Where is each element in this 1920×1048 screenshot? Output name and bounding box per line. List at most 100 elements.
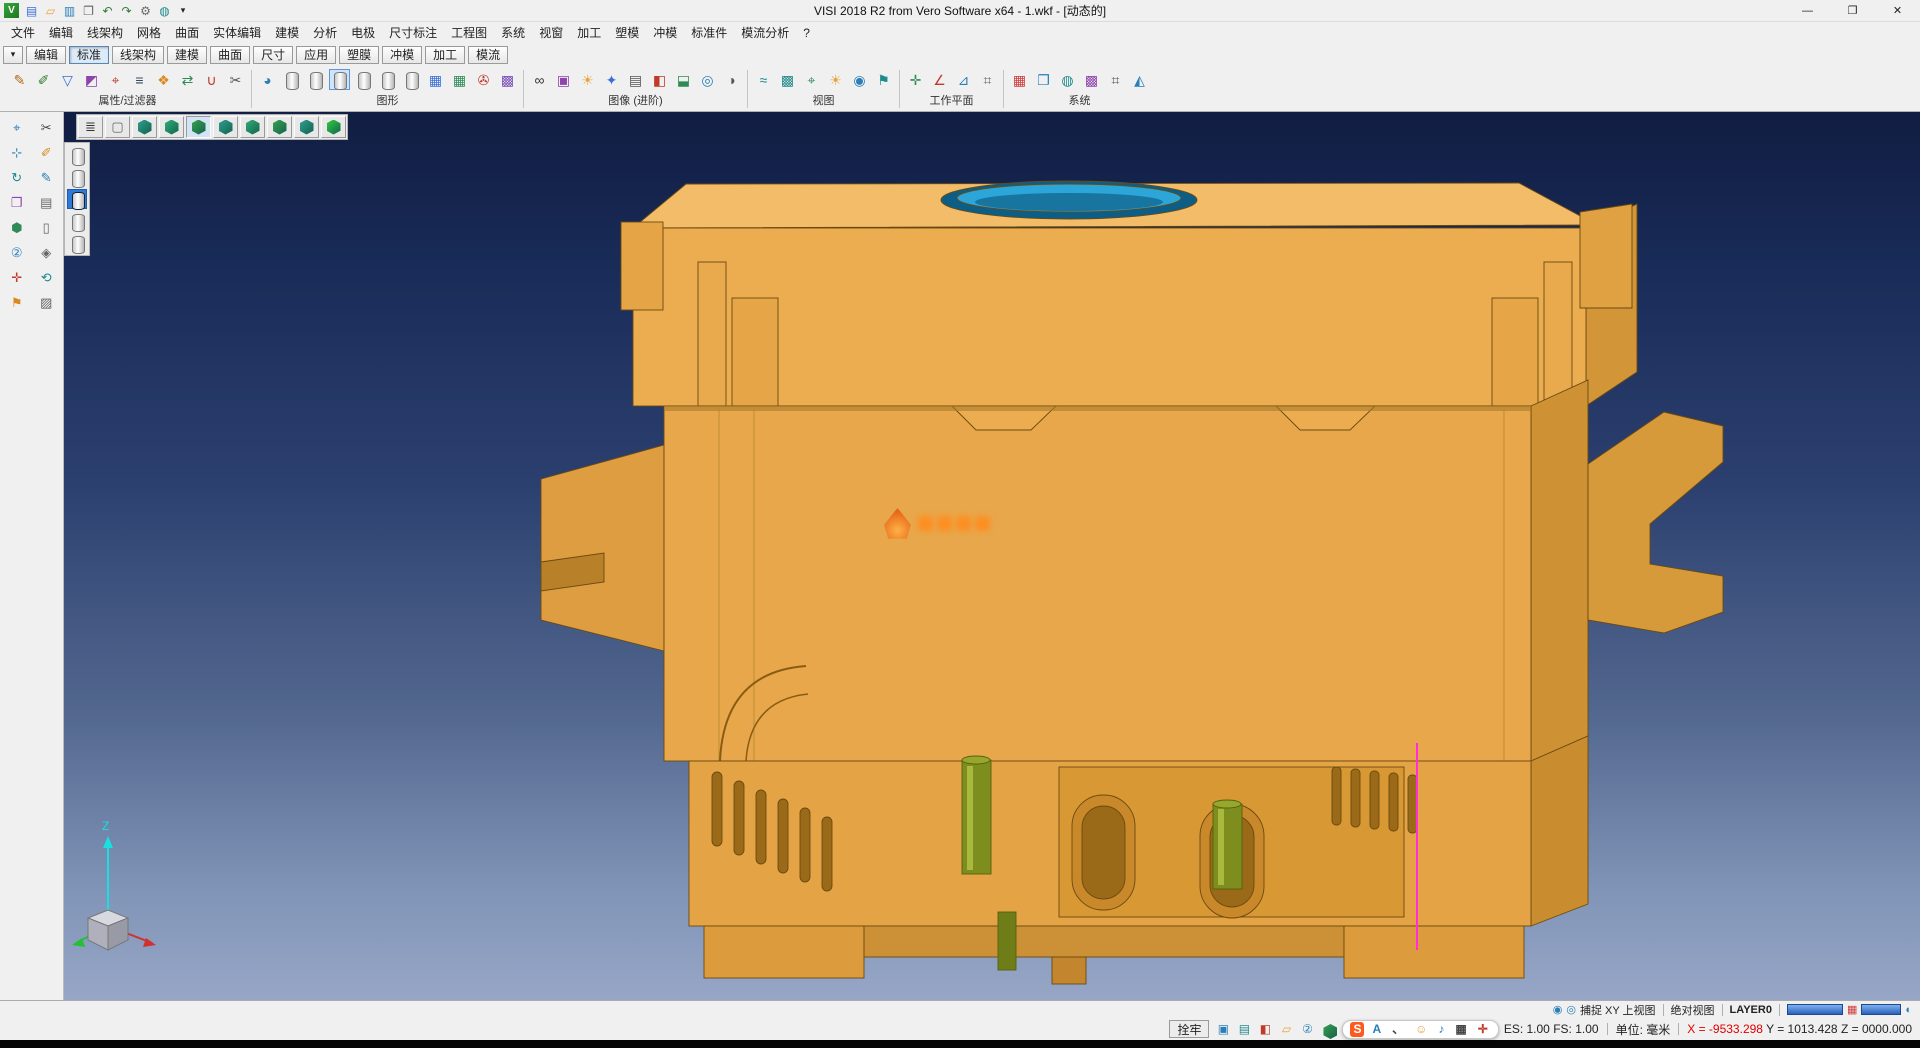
lock-toggle[interactable]: 拴牢 xyxy=(1169,1020,1209,1038)
menu-item[interactable]: ? xyxy=(796,24,817,42)
sparkle-icon[interactable]: ✦ xyxy=(601,69,622,90)
print-icon[interactable]: ❐ xyxy=(80,2,97,19)
texture-icon[interactable]: ▩ xyxy=(497,69,518,90)
iso-view-5-icon[interactable] xyxy=(240,116,265,138)
menu-item[interactable]: 冲模 xyxy=(646,22,684,43)
pin-icon[interactable]: ▣ xyxy=(1214,1020,1232,1038)
menu-item[interactable]: 标准件 xyxy=(684,22,734,43)
cylinder-icon[interactable]: ▯ xyxy=(36,217,56,237)
ime-toolbox-icon[interactable]: ✛ xyxy=(1475,1022,1491,1037)
display-mode-1-icon[interactable] xyxy=(67,145,87,165)
snap-mode-label[interactable]: 捕捉 XY 上视图 xyxy=(1580,1002,1656,1018)
diamond-icon[interactable]: ◈ xyxy=(36,242,56,262)
dynamic-view-icon[interactable]: ≈ xyxy=(753,69,774,90)
section-cylinder-icon[interactable] xyxy=(401,69,422,90)
layers-icon[interactable]: ≡ xyxy=(129,69,150,90)
workplane-axes-icon[interactable]: ✛ xyxy=(905,69,926,90)
menu-item[interactable]: 线架构 xyxy=(80,22,130,43)
iso-view-7-icon[interactable] xyxy=(294,116,319,138)
target-icon[interactable]: ◎ xyxy=(697,69,718,90)
snap-dot-icon[interactable]: ◉ xyxy=(1553,1003,1563,1016)
iso-view-2-icon[interactable] xyxy=(159,116,184,138)
viewport-3d[interactable]: ≣▢ Z xyxy=(64,112,1920,1000)
help-2-icon[interactable]: ② xyxy=(1298,1020,1316,1038)
menu-item[interactable]: 分析 xyxy=(306,22,344,43)
iso-view-6-icon[interactable] xyxy=(267,116,292,138)
redo-icon[interactable]: ↷ xyxy=(118,2,135,19)
trim-icon[interactable]: ✂ xyxy=(225,69,246,90)
tab-machining[interactable]: 加工 xyxy=(425,46,465,64)
sogou-s-icon[interactable]: S xyxy=(1350,1022,1364,1037)
new-file-icon[interactable]: ▤ xyxy=(23,2,40,19)
hatch-icon[interactable]: ▨ xyxy=(36,292,56,312)
menu-item[interactable]: 视窗 xyxy=(532,22,570,43)
model-3d[interactable] xyxy=(64,112,1920,1000)
globe-icon[interactable]: ◍ xyxy=(1057,69,1078,90)
material-red-icon[interactable]: ◧ xyxy=(649,69,670,90)
view-blank-icon[interactable]: ▢ xyxy=(105,116,130,138)
tab-mould[interactable]: 塑膜 xyxy=(339,46,379,64)
stereo-glasses-icon[interactable]: ∞ xyxy=(529,69,550,90)
snap-circle-icon[interactable]: ◎ xyxy=(1566,1003,1576,1016)
qat-caret-icon[interactable]: ▾ xyxy=(173,2,193,20)
display-mode-4-icon[interactable] xyxy=(67,211,87,231)
red-book-icon[interactable]: ◧ xyxy=(1256,1020,1274,1038)
flag-icon[interactable]: ⚑ xyxy=(7,292,27,312)
pencil-orange-icon[interactable]: ✐ xyxy=(36,142,56,162)
snapshot-icon[interactable]: ▣ xyxy=(553,69,574,90)
tab-dimension[interactable]: 尺寸 xyxy=(253,46,293,64)
menu-item[interactable]: 电极 xyxy=(344,22,382,43)
print-image-icon[interactable]: ▤ xyxy=(625,69,646,90)
center-view-icon[interactable]: ⌖ xyxy=(801,69,822,90)
window-system-icon[interactable]: ❐ xyxy=(1033,69,1054,90)
shaded-sphere-icon[interactable]: ◕ xyxy=(257,69,278,90)
wireframe-cylinder-icon[interactable] xyxy=(281,69,302,90)
calculator-icon[interactable]: ▩ xyxy=(1081,69,1102,90)
menu-item[interactable]: 网格 xyxy=(130,22,168,43)
pick-icon[interactable]: ⌖ xyxy=(105,69,126,90)
workplane-angle-icon[interactable]: ∠ xyxy=(929,69,950,90)
layer-label[interactable]: LAYER0 xyxy=(1730,1004,1772,1016)
render-wheel-icon[interactable]: ✇ xyxy=(473,69,494,90)
prism-icon[interactable] xyxy=(1319,1020,1337,1038)
select-icon[interactable]: ⌖ xyxy=(7,117,27,137)
transparent-cylinder-icon[interactable] xyxy=(377,69,398,90)
mini-grid-icon[interactable]: ▦ xyxy=(1847,1003,1857,1016)
copy-icon[interactable]: ❐ xyxy=(7,192,27,212)
grid-blue-icon[interactable]: ▦ xyxy=(425,69,446,90)
ime-punct-icon[interactable]: 、 xyxy=(1389,1022,1407,1037)
undo-icon[interactable]: ↶ xyxy=(99,2,116,19)
save-icon[interactable]: ▥ xyxy=(61,2,78,19)
view-mode-label[interactable]: 绝对视图 xyxy=(1671,1002,1715,1018)
display-mode-3-icon[interactable] xyxy=(67,189,87,209)
minimize-button[interactable]: — xyxy=(1785,0,1830,21)
image-tool-icon[interactable]: ▤ xyxy=(1235,1020,1253,1038)
tab-flow[interactable]: 模流 xyxy=(468,46,508,64)
lamp-icon[interactable]: ☀ xyxy=(825,69,846,90)
ramp-icon[interactable]: ◭ xyxy=(1129,69,1150,90)
iso-view-1-icon[interactable] xyxy=(132,116,157,138)
color-grid-icon[interactable]: ▦ xyxy=(1009,69,1030,90)
ime-lang-icon[interactable]: A xyxy=(1369,1022,1384,1037)
shaded-cylinder-icon[interactable] xyxy=(329,69,350,90)
view-list-icon[interactable]: ≣ xyxy=(78,116,103,138)
zoom-bar-1[interactable] xyxy=(1787,1004,1843,1015)
menu-item[interactable]: 建模 xyxy=(268,22,306,43)
filter-edit-icon[interactable]: ◩ xyxy=(81,69,102,90)
maximize-button[interactable]: ❐ xyxy=(1830,0,1875,21)
tab-application[interactable]: 应用 xyxy=(296,46,336,64)
eye-icon[interactable]: ◉ xyxy=(849,69,870,90)
menu-item[interactable]: 曲面 xyxy=(168,22,206,43)
saved-view-icon[interactable]: ⚑ xyxy=(873,69,894,90)
menu-item[interactable]: 尺寸标注 xyxy=(382,22,444,43)
paint-attributes-icon[interactable]: ✎ xyxy=(9,69,30,90)
rotate-icon[interactable]: ↻ xyxy=(7,167,27,187)
menu-item[interactable]: 工程图 xyxy=(444,22,494,43)
menu-item[interactable]: 系统 xyxy=(494,22,532,43)
iso-view-8-icon[interactable] xyxy=(321,116,346,138)
tab-caret-icon[interactable]: ▾ xyxy=(3,46,23,64)
globe-status-icon[interactable]: ◐ xyxy=(1905,1004,1912,1016)
undo-arc-icon[interactable]: ⟲ xyxy=(36,267,56,287)
menu-item[interactable]: 文件 xyxy=(4,22,42,43)
sheet-icon[interactable]: ▤ xyxy=(36,192,56,212)
